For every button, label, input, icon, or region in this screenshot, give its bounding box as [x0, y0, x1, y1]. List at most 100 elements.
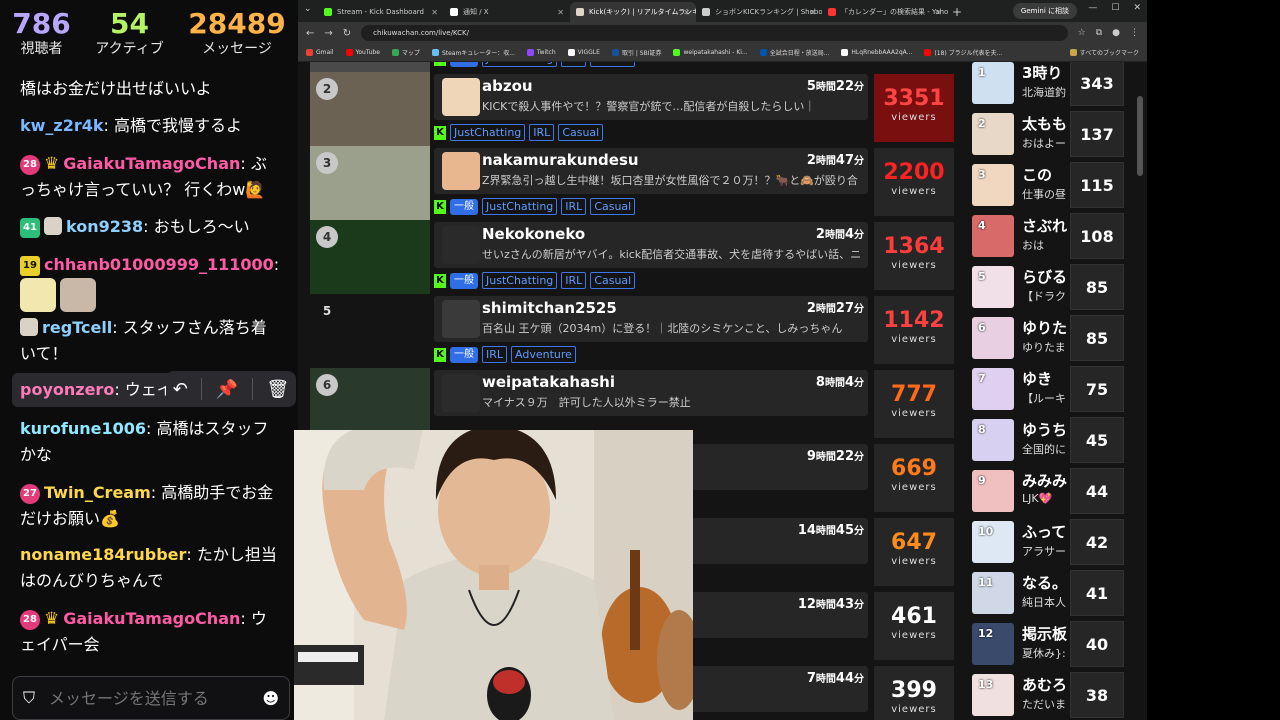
tag-casual[interactable]: Casual	[558, 124, 604, 141]
bookmark-star-icon[interactable]: ☆	[1078, 28, 1086, 38]
streamer-info[interactable]: weipatakahashi マイナス９万 許可した人以外ミラー禁止 8時間4分	[434, 370, 868, 416]
streamer-info[interactable]: nakamurakundesu Z界緊急引っ越し生中継！坂口杏里が女性風俗で２０万…	[434, 148, 868, 194]
maximize-icon[interactable]: ☐	[1111, 3, 1119, 13]
close-tab-icon[interactable]: ✕	[557, 8, 564, 17]
stream-row[interactable]: K 一般 JustChattingIRLCasual	[310, 62, 958, 72]
tag-justchatting[interactable]: JustChatting	[482, 62, 558, 67]
tab-kick-ranking[interactable]: Kick(キック) | リアルタイムランキング✕	[570, 2, 696, 22]
ranking-name[interactable]: 3時り	[1022, 62, 1068, 83]
close-tab-icon[interactable]: ✕	[683, 8, 690, 17]
ranking-item[interactable]: 11 なる。 純日本人 41	[972, 570, 1124, 616]
ranking-name[interactable]: ふって	[1022, 521, 1068, 542]
all-bookmarks[interactable]: すべてのブックマーク	[1069, 48, 1139, 57]
tag-adventure[interactable]: Adventure	[511, 346, 576, 363]
emoji-icon[interactable]: ☻	[262, 689, 279, 708]
streamer-info[interactable]: Nekokoneko せいzさんの新居がヤバイ。kick配信者交通事故、犬を虐待す…	[434, 222, 868, 268]
bookmark-steam[interactable]: Steamキュレーター：収...	[431, 48, 515, 57]
reply-icon[interactable]: ↶	[173, 379, 188, 400]
ranking-name[interactable]: 太もも	[1022, 113, 1068, 134]
bookmark-youtube[interactable]: YouTube	[345, 49, 380, 56]
tab-kick-dashboard[interactable]: Stream - Kick Dashboard ✕	[318, 2, 444, 22]
bookmark-maps[interactable]: マップ	[391, 48, 420, 57]
bookmark-viggle[interactable]: VIGGLE	[567, 49, 600, 56]
back-icon[interactable]: ←	[306, 28, 314, 39]
gemini-button[interactable]: Gemini に相談	[1012, 3, 1077, 19]
streamer-info[interactable]: shimitchan2525 百名山 王ケ頭（2034m）に登る！｜北陸のシミケン…	[434, 296, 868, 342]
profile-icon[interactable]: ●	[1112, 28, 1120, 38]
streamer-name[interactable]: nakamurakundesu	[482, 151, 639, 169]
ranking-item[interactable]: 6 ゆりた ゆりたま 85	[972, 315, 1124, 361]
tag-justchatting[interactable]: JustChatting	[482, 272, 558, 289]
bookmark-gmail[interactable]: Gmail	[306, 49, 334, 56]
ranking-name[interactable]: ゆき	[1022, 368, 1068, 389]
streamer-name[interactable]: weipatakahashi	[482, 373, 615, 391]
tag-justchatting[interactable]: JustChatting	[450, 124, 526, 141]
close-tab-icon[interactable]: ✕	[809, 8, 816, 17]
tab-yahoo-search[interactable]: 「カレンダー」の検索結果 - Yahoo!検✕	[822, 2, 948, 22]
ranking-item[interactable]: 4 さぶれ おは 108	[972, 213, 1124, 259]
stream-row[interactable]: 5 shimitchan2525 百名山 王ケ頭（2034m）に登る！｜北陸のシミケ…	[310, 294, 958, 368]
pin-icon[interactable]: 📌	[216, 379, 238, 400]
close-tab-icon[interactable]: ✕	[431, 8, 438, 17]
ranking-item[interactable]: 8 ゆうち 全国的に 45	[972, 417, 1124, 463]
chat-username[interactable]: chhanb01000999_111000	[44, 255, 274, 274]
streamer-name[interactable]: Nekokoneko	[482, 225, 585, 243]
tag-justchatting[interactable]: JustChatting	[482, 198, 558, 215]
tab-x-notifications[interactable]: 通知 / X ✕	[444, 2, 570, 22]
streamer-name[interactable]: shimitchan2525	[482, 299, 617, 317]
forward-icon[interactable]: →	[324, 28, 332, 39]
ranking-item[interactable]: 13 あむろ ただいま 38	[972, 672, 1124, 718]
chat-username[interactable]: kon9238	[66, 217, 143, 236]
chat-input[interactable]	[49, 688, 263, 708]
ranking-name[interactable]: 掲示板	[1022, 623, 1068, 644]
ranking-name[interactable]: なる。	[1022, 572, 1068, 593]
bookmark-kick[interactable]: weipatakahashi - Ki...	[673, 49, 748, 56]
ranking-item[interactable]: 7 ゆき 【ルーキ 75	[972, 366, 1124, 412]
tag-casual[interactable]: Casual	[590, 198, 636, 215]
stream-row[interactable]: 4 Nekokoneko せいzさんの新居がヤバイ。kick配信者交通事故、犬を虐待…	[310, 220, 958, 294]
extensions-icon[interactable]: ⧉	[1096, 28, 1102, 38]
tag-irl[interactable]: IRL	[561, 198, 587, 215]
chat-username[interactable]: poyonzero	[20, 380, 114, 399]
reload-icon[interactable]: ↻	[343, 28, 351, 39]
chat-username[interactable]: kurofune1006	[20, 419, 146, 438]
ranking-item[interactable]: 3 この 仕事の昼 115	[972, 162, 1124, 208]
stream-row[interactable]: 3 nakamurakundesu Z界緊急引っ越し生中継！坂口杏里が女性風俗で２０…	[310, 146, 958, 220]
tag-casual[interactable]: Casual	[590, 62, 636, 67]
ranking-item[interactable]: 12 掲示板 夏休み}: 40	[972, 621, 1124, 667]
tag-irl[interactable]: IRL	[561, 62, 587, 67]
bookmark-youtube-brazil[interactable]: (18) ブラジル代表を夫...	[924, 48, 1002, 57]
bookmark-sbi[interactable]: 取引 | SBI証券	[611, 48, 661, 57]
chat-input-box[interactable]: ⛉ ☻	[12, 676, 290, 720]
chat-username[interactable]: Twin_Cream	[44, 483, 151, 502]
trash-icon[interactable]: 🗑	[266, 379, 289, 400]
chat-username[interactable]: noname184rubber	[20, 545, 186, 564]
ranking-name[interactable]: この	[1022, 164, 1068, 185]
address-bar[interactable]: chikuwachan.com/live/KCK/	[361, 25, 1068, 41]
menu-icon[interactable]: ⋮	[1130, 28, 1139, 38]
ranking-item[interactable]: 9 みみみ LJK💖 44	[972, 468, 1124, 514]
ranking-name[interactable]: らびる	[1022, 266, 1068, 287]
bookmark-twitch[interactable]: Twitch	[526, 49, 556, 56]
ranking-name[interactable]: さぶれ	[1022, 215, 1068, 236]
scrollbar[interactable]	[1137, 96, 1143, 176]
chat-username[interactable]: kw_z2r4k	[20, 116, 104, 135]
shield-icon[interactable]: ⛉	[23, 688, 35, 708]
minimize-icon[interactable]: —	[1088, 3, 1097, 13]
new-tab-icon[interactable]: +	[948, 2, 966, 22]
ranking-name[interactable]: みみみ	[1022, 470, 1068, 491]
stream-thumbnail[interactable]	[310, 62, 430, 72]
tag-casual[interactable]: Casual	[590, 272, 636, 289]
ranking-name[interactable]: あむろ	[1022, 674, 1068, 695]
ranking-name[interactable]: ゆりた	[1022, 317, 1068, 338]
chat-username[interactable]: regTcell	[42, 318, 112, 337]
tag-irl[interactable]: IRL	[561, 272, 587, 289]
streamer-name[interactable]: abzou	[482, 77, 533, 95]
ranking-name[interactable]: ゆうち	[1022, 419, 1068, 440]
tag-irl[interactable]: IRL	[529, 124, 555, 141]
close-tab-icon[interactable]: ✕	[935, 8, 942, 17]
ranking-item[interactable]: 5 らびる 【ドラク 85	[972, 264, 1124, 310]
ranking-item[interactable]: 2 太もも おはよー 137	[972, 111, 1124, 157]
bookmark-schedule[interactable]: 全試合日程・放送局...	[759, 48, 829, 57]
streamer-info[interactable]: abzou KICKで殺人事件やで！？警察官が銃で…配信者が自殺したらしい｜ 5時間…	[434, 74, 868, 120]
